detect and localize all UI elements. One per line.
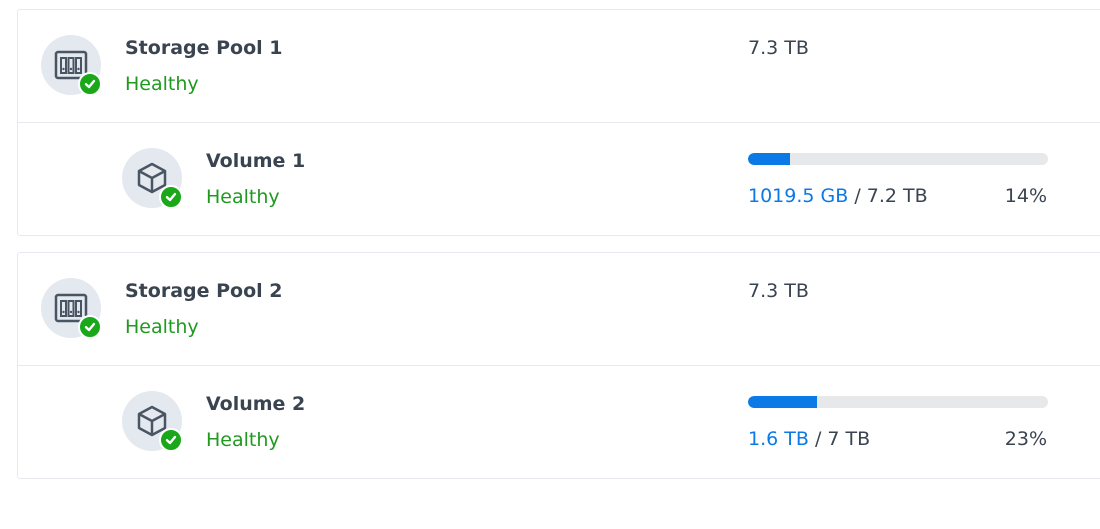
pool-size: 7.3 TB [748, 37, 809, 59]
volume-status: Healthy [206, 429, 280, 451]
usage-progress-fill [748, 396, 817, 408]
pool-status: Healthy [125, 316, 199, 338]
volume-row[interactable]: Volume 2 Healthy 1.6 TB / 7 TB 23% [18, 366, 1100, 479]
usage-separator: / [808, 428, 828, 450]
volume-used: 1019.5 GB [748, 185, 849, 207]
pool-size: 7.3 TB [748, 280, 809, 302]
pool-status: Healthy [125, 73, 199, 95]
check-circle-icon [78, 72, 102, 96]
volume-total: 7 TB [827, 428, 871, 450]
volume-usage-percent: 23% [1004, 428, 1047, 450]
usage-progress-fill [748, 153, 790, 165]
volume-name: Volume 2 [206, 393, 306, 415]
volume-used: 1.6 TB [748, 428, 809, 450]
storage-pool-icon-wrap [41, 278, 102, 339]
storage-pool-row[interactable]: Storage Pool 2 Healthy 7.3 TB [18, 253, 1100, 366]
usage-progress-bar [748, 396, 1048, 408]
storage-pool-row[interactable]: Storage Pool 1 Healthy 7.3 TB [18, 10, 1100, 123]
volume-usage-text: 1019.5 GB / 7.2 TB [748, 185, 928, 207]
volume-name: Volume 1 [206, 150, 306, 172]
volume-usage-percent: 14% [1004, 185, 1047, 207]
pool-name: Storage Pool 2 [125, 280, 283, 302]
storage-pool-card: Storage Pool 1 Healthy 7.3 TB Volume 1 H… [17, 9, 1100, 236]
volume-icon-wrap [122, 148, 183, 209]
volume-usage-text: 1.6 TB / 7 TB [748, 428, 870, 450]
volume-total: 7.2 TB [866, 185, 928, 207]
storage-pool-icon-wrap [41, 35, 102, 96]
storage-pool-card: Storage Pool 2 Healthy 7.3 TB Volume 2 H… [17, 252, 1100, 479]
check-circle-icon [159, 185, 183, 209]
volume-icon-wrap [122, 391, 183, 452]
check-circle-icon [159, 428, 183, 452]
volume-row[interactable]: Volume 1 Healthy 1019.5 GB / 7.2 TB 14% [18, 123, 1100, 236]
usage-separator: / [848, 185, 867, 207]
volume-status: Healthy [206, 186, 280, 208]
check-circle-icon [78, 315, 102, 339]
usage-progress-bar [748, 153, 1048, 165]
pool-name: Storage Pool 1 [125, 37, 283, 59]
